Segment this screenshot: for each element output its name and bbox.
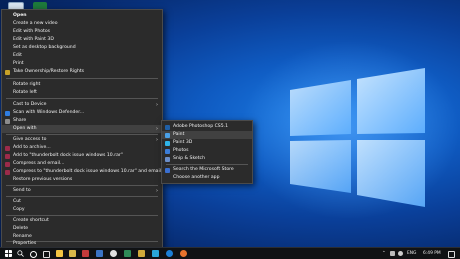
paint3d-icon	[165, 140, 170, 146]
submenu-item-paint3d[interactable]: Paint 3D	[162, 139, 252, 147]
menu-item-rotate-right[interactable]: Rotate right	[2, 81, 162, 89]
photos-icon	[165, 148, 170, 154]
menu-item-print[interactable]: Print	[2, 60, 162, 68]
menu-item-compress-email[interactable]: Compress and email...	[2, 160, 162, 168]
language-indicator[interactable]: ENG	[407, 250, 416, 257]
app-icon[interactable]	[69, 250, 76, 257]
menu-separator	[6, 185, 158, 186]
chrome-icon[interactable]	[110, 250, 117, 257]
menu-item-edit[interactable]: Edit	[2, 52, 162, 60]
menu-item-open-with[interactable]: Open with ›	[2, 125, 162, 133]
notifications-icon[interactable]	[448, 251, 455, 258]
snip-sketch-icon	[165, 156, 170, 162]
menu-separator	[6, 78, 158, 79]
windows-start-icon[interactable]	[5, 250, 12, 257]
menu-item-add-to-rar[interactable]: Add to "thunderbolt dock issue windows 1…	[2, 152, 162, 160]
context-menu: Open Create a new video Edit with Photos…	[1, 9, 163, 249]
clock[interactable]: 6:49 PM	[423, 250, 441, 257]
search-icon[interactable]	[17, 250, 24, 257]
winrar-icon	[5, 145, 10, 151]
menu-item-set-background[interactable]: Set as desktop background	[2, 44, 162, 52]
app-icon[interactable]	[96, 250, 103, 257]
menu-separator	[6, 196, 158, 197]
menu-item-open[interactable]: Open	[2, 12, 162, 20]
menu-separator	[6, 215, 158, 216]
app-icon[interactable]	[124, 250, 131, 257]
menu-item-edit-paint3d[interactable]: Edit with Paint 3D	[2, 36, 162, 44]
submenu-item-search-store[interactable]: Search the Microsoft Store	[162, 166, 252, 174]
menu-item-give-access[interactable]: Give access to ›	[2, 136, 162, 144]
menu-item-add-archive[interactable]: Add to archive...	[2, 144, 162, 152]
menu-item-create-video[interactable]: Create a new video	[2, 20, 162, 28]
paint-icon	[165, 132, 170, 138]
windows-logo	[290, 68, 425, 207]
menu-item-take-ownership[interactable]: Take Ownership/Restore Rights	[2, 68, 162, 76]
app-icon[interactable]	[138, 250, 145, 257]
submenu-item-snip-sketch[interactable]: Snip & Sketch	[162, 155, 252, 163]
chevron-right-icon: ›	[156, 102, 158, 108]
menu-item-delete[interactable]: Delete	[2, 225, 162, 233]
defender-icon	[5, 110, 10, 116]
chevron-right-icon: ›	[156, 188, 158, 194]
wifi-icon[interactable]	[398, 251, 403, 256]
open-with-submenu: Adobe Photoshop CS5.1 Paint Paint 3D Pho…	[161, 120, 253, 184]
app-icon[interactable]	[152, 250, 159, 257]
menu-item-cut[interactable]: Cut	[2, 198, 162, 206]
menu-item-copy[interactable]: Copy	[2, 206, 162, 214]
menu-item-compress-rar-email[interactable]: Compress to "thunderbolt dock issue wind…	[2, 168, 162, 176]
menu-item-cast-to-device[interactable]: Cast to Device ›	[2, 101, 162, 109]
winrar-icon	[5, 153, 10, 159]
cortana-icon[interactable]	[30, 251, 37, 258]
store-icon	[165, 167, 170, 173]
menu-separator	[166, 164, 248, 165]
menu-item-scan-defender[interactable]: Scan with Windows Defender...	[2, 109, 162, 117]
edge-icon[interactable]	[166, 250, 173, 257]
app-icon[interactable]	[82, 250, 89, 257]
shield-icon	[5, 69, 10, 75]
taskbar: ⌃ ENG 6:49 PM	[0, 247, 460, 259]
share-icon	[5, 118, 10, 124]
menu-item-send-to[interactable]: Send to ›	[2, 187, 162, 195]
menu-separator	[6, 134, 158, 135]
winrar-icon	[5, 161, 10, 167]
submenu-item-photos[interactable]: Photos	[162, 147, 252, 155]
file-explorer-icon[interactable]	[56, 250, 63, 257]
menu-item-edit-photos[interactable]: Edit with Photos	[2, 28, 162, 36]
battery-icon[interactable]	[390, 251, 395, 256]
menu-item-share[interactable]: Share	[2, 117, 162, 125]
submenu-item-choose-app[interactable]: Choose another app	[162, 174, 252, 182]
winrar-icon	[5, 169, 10, 175]
task-view-icon[interactable]	[43, 251, 50, 258]
chevron-right-icon: ›	[156, 126, 158, 132]
tray-chevron-icon[interactable]: ⌃	[382, 250, 386, 257]
menu-item-rotate-left[interactable]: Rotate left	[2, 89, 162, 97]
menu-item-create-shortcut[interactable]: Create shortcut	[2, 217, 162, 225]
photoshop-icon	[165, 124, 170, 130]
menu-separator	[6, 98, 158, 99]
submenu-item-paint[interactable]: Paint	[162, 131, 252, 139]
firefox-icon[interactable]	[180, 250, 187, 257]
chevron-right-icon: ›	[156, 137, 158, 143]
submenu-item-photoshop[interactable]: Adobe Photoshop CS5.1	[162, 123, 252, 131]
menu-item-restore-versions[interactable]: Restore previous versions	[2, 176, 162, 184]
